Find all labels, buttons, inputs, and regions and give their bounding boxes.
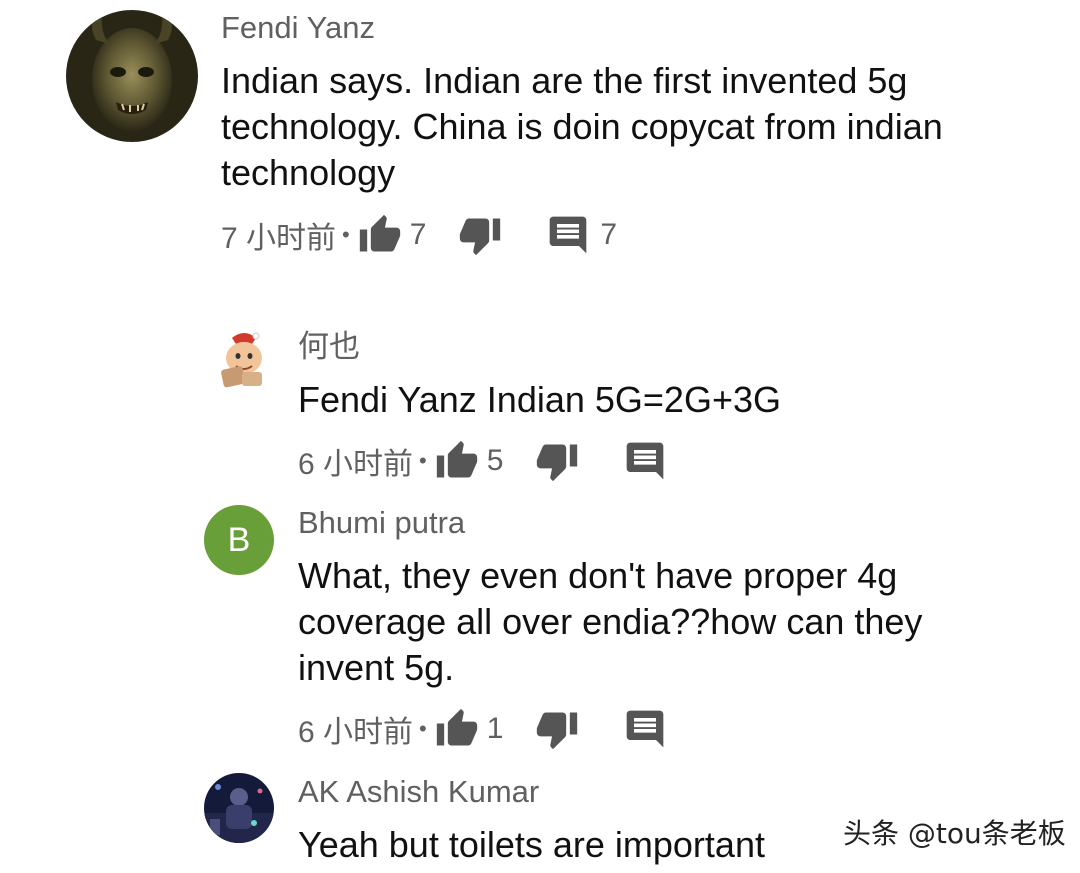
like-count: 7 <box>409 218 427 251</box>
comment-author[interactable]: Fendi Yanz <box>221 10 375 46</box>
thumbs-down-icon[interactable] <box>535 439 579 483</box>
comment-text: Indian says. Indian are the first invent… <box>221 60 943 193</box>
avatar[interactable]: B <box>204 505 274 575</box>
separator-dot: • <box>419 716 427 741</box>
cartoon-character-avatar-icon <box>210 328 274 392</box>
thumbs-up-icon[interactable] <box>435 439 479 483</box>
avatar-letter: B <box>227 520 251 559</box>
comment-author[interactable]: 何也 <box>298 329 360 365</box>
reply-icon[interactable] <box>546 213 590 257</box>
thumbs-down-icon[interactable] <box>458 213 502 257</box>
comment-actions: 6 小时前 • 1 <box>298 707 667 751</box>
reply-count: 7 <box>600 218 618 251</box>
demon-face-avatar-icon <box>66 10 198 142</box>
thumbs-up-icon[interactable] <box>435 707 479 751</box>
comment-time: 7 小时前 <box>221 222 337 255</box>
watermark: 头条 @tou条老板 <box>843 817 1066 850</box>
comment-text: What, they even don't have proper 4g cov… <box>298 555 923 688</box>
avatar[interactable] <box>210 328 274 392</box>
reply-icon[interactable] <box>623 439 667 483</box>
comment-time: 6 小时前 <box>298 716 414 749</box>
like-count: 5 <box>486 444 504 477</box>
like-count: 1 <box>486 712 504 745</box>
reply-icon[interactable] <box>623 707 667 751</box>
comment-text: Yeah but toilets are important <box>298 824 765 865</box>
separator-dot: • <box>342 222 350 247</box>
separator-dot: • <box>419 448 427 473</box>
avatar[interactable] <box>204 773 274 843</box>
comment-text: Fendi Yanz Indian 5G=2G+3G <box>298 379 781 420</box>
thumbs-down-icon[interactable] <box>535 707 579 751</box>
comment-author[interactable]: Bhumi putra <box>298 505 465 541</box>
comment-actions: 7 小时前 • 7 7 <box>221 213 617 257</box>
comment-time: 6 小时前 <box>298 448 414 481</box>
comment-actions: 6 小时前 • 5 <box>298 439 667 483</box>
comment-author[interactable]: AK Ashish Kumar <box>298 774 539 810</box>
photo-avatar-icon <box>204 773 274 843</box>
avatar[interactable] <box>66 10 198 142</box>
thumbs-up-icon[interactable] <box>358 213 402 257</box>
